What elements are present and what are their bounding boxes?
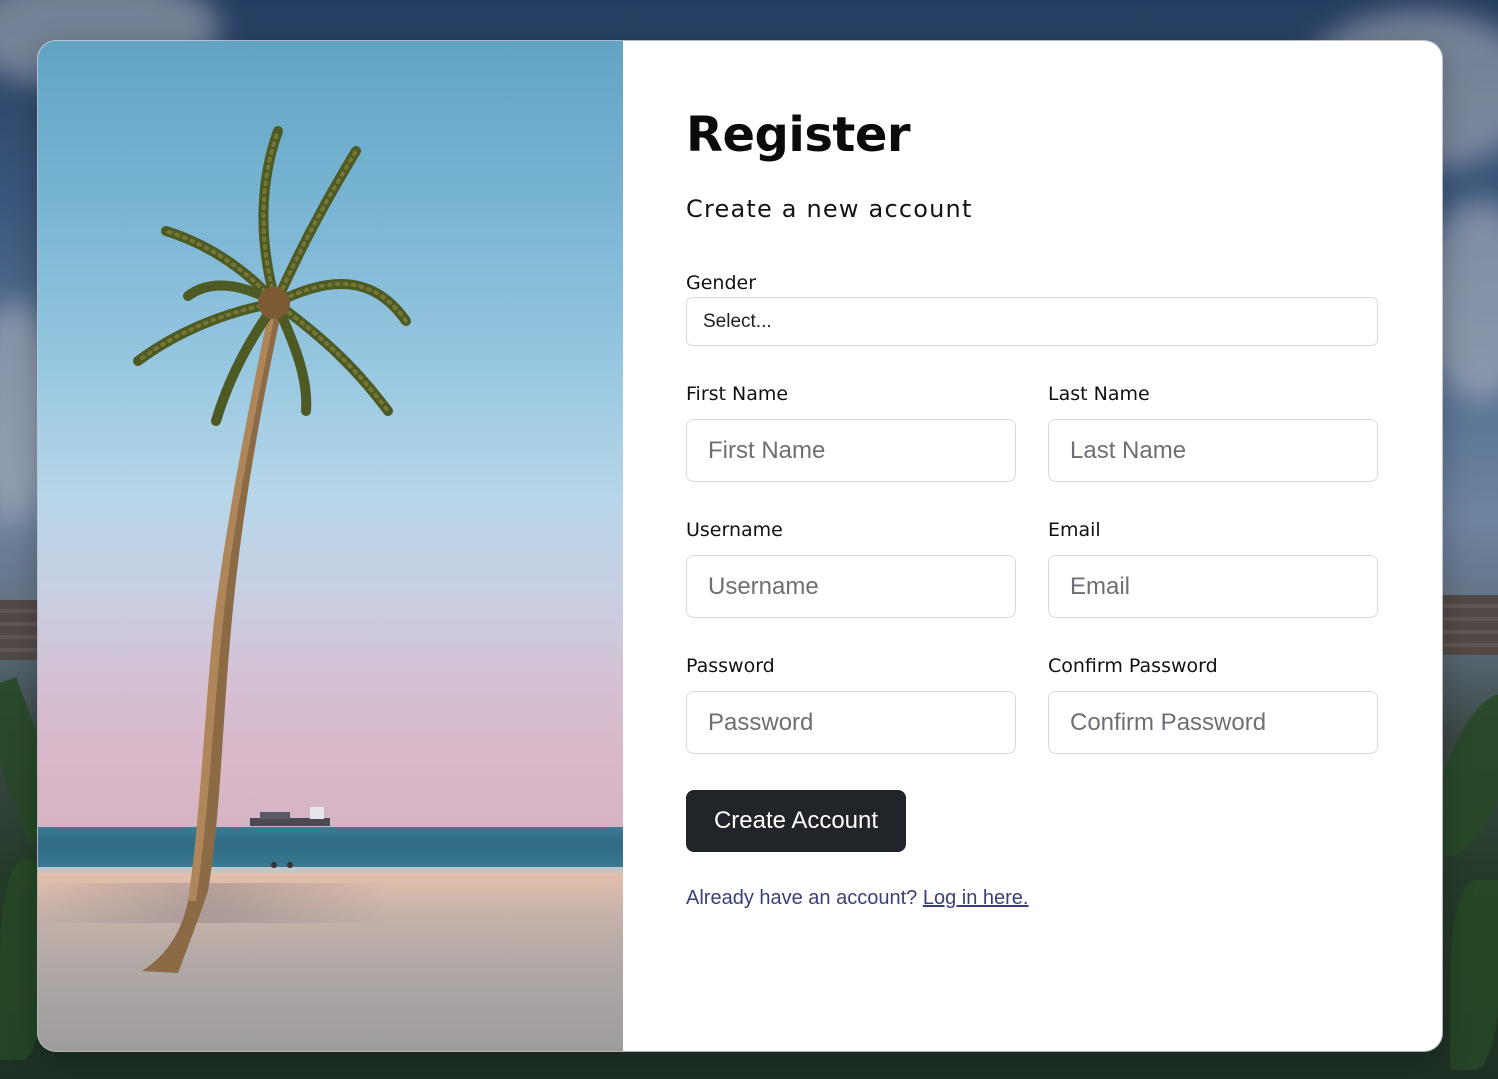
password-input[interactable] [686,691,1016,754]
confirm-password-input[interactable] [1048,691,1378,754]
first-name-label: First Name [686,383,789,405]
last-name-label: Last Name [1048,383,1150,405]
page-title: Register [686,107,911,163]
password-label: Password [686,655,775,677]
login-link[interactable]: Log in here. [923,887,1029,909]
confirm-password-label: Confirm Password [1048,655,1218,677]
create-account-button[interactable]: Create Account [686,790,906,852]
gender-select[interactable]: Select... [686,297,1378,346]
register-form: Register Create a new account Gender Sel… [623,41,1442,1051]
email-input[interactable] [1048,555,1378,618]
login-prompt-text: Already have an account? [686,887,918,909]
login-prompt: Already have an account? Log in here. [686,887,1028,910]
gender-label: Gender [686,272,757,294]
palm-tree-beach-photo [38,41,623,1051]
ship-icon [250,807,330,826]
username-label: Username [686,519,783,541]
email-label: Email [1048,519,1101,541]
last-name-input[interactable] [1048,419,1378,482]
first-name-input[interactable] [686,419,1016,482]
page-subtitle: Create a new account [686,195,973,223]
register-card: Register Create a new account Gender Sel… [38,41,1442,1051]
username-input[interactable] [686,555,1016,618]
